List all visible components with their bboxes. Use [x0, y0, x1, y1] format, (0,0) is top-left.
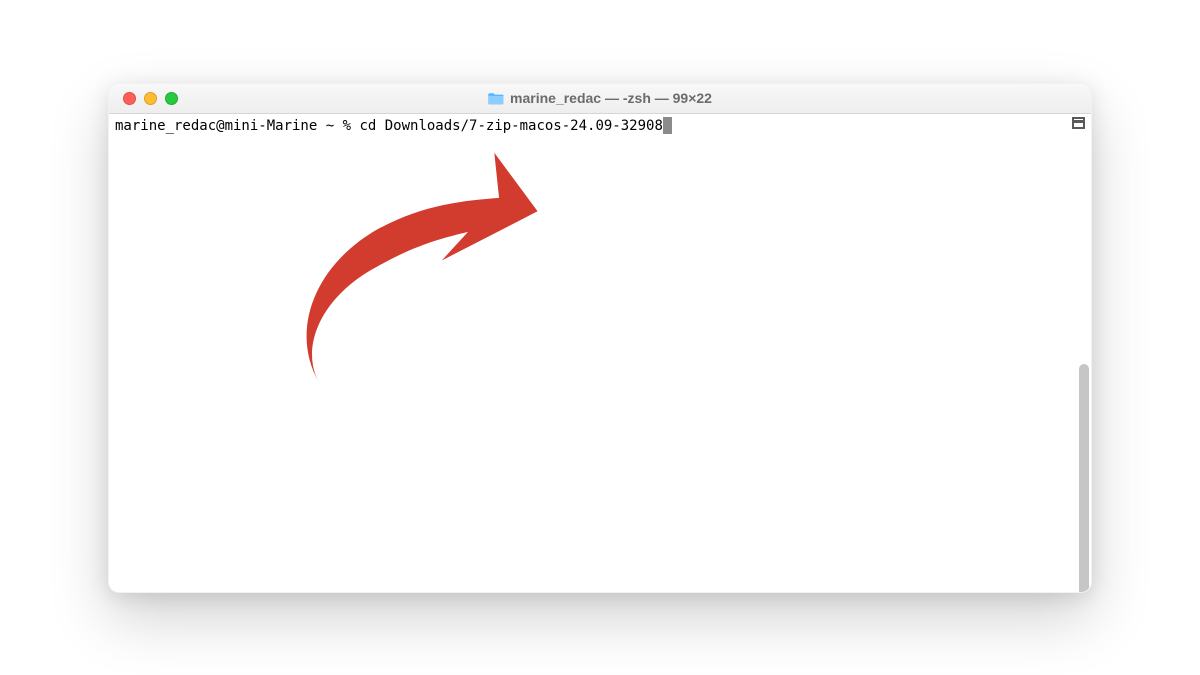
close-button[interactable]	[123, 92, 136, 105]
traffic-lights	[109, 92, 178, 105]
terminal-body[interactable]: marine_redac@mini-Marine ~ % cd Download…	[109, 114, 1091, 592]
text-cursor	[663, 117, 672, 134]
terminal-window: marine_redac — -zsh — 99×22 marine_redac…	[108, 83, 1092, 593]
folder-icon	[488, 92, 504, 105]
maximize-button[interactable]	[165, 92, 178, 105]
window-title: marine_redac — -zsh — 99×22	[109, 90, 1091, 106]
minimize-button[interactable]	[144, 92, 157, 105]
command-line[interactable]: marine_redac@mini-Marine ~ % cd Download…	[115, 117, 1085, 135]
vertical-scrollbar[interactable]	[1079, 364, 1089, 593]
menu-icon[interactable]	[1072, 117, 1085, 129]
typed-command: cd Downloads/7-zip-macos-24.09-32908	[359, 117, 662, 135]
window-titlebar: marine_redac — -zsh — 99×22	[109, 84, 1091, 114]
shell-prompt: marine_redac@mini-Marine ~ %	[115, 117, 359, 135]
arrow-annotation-icon	[259, 139, 559, 389]
window-title-text: marine_redac — -zsh — 99×22	[510, 90, 712, 106]
